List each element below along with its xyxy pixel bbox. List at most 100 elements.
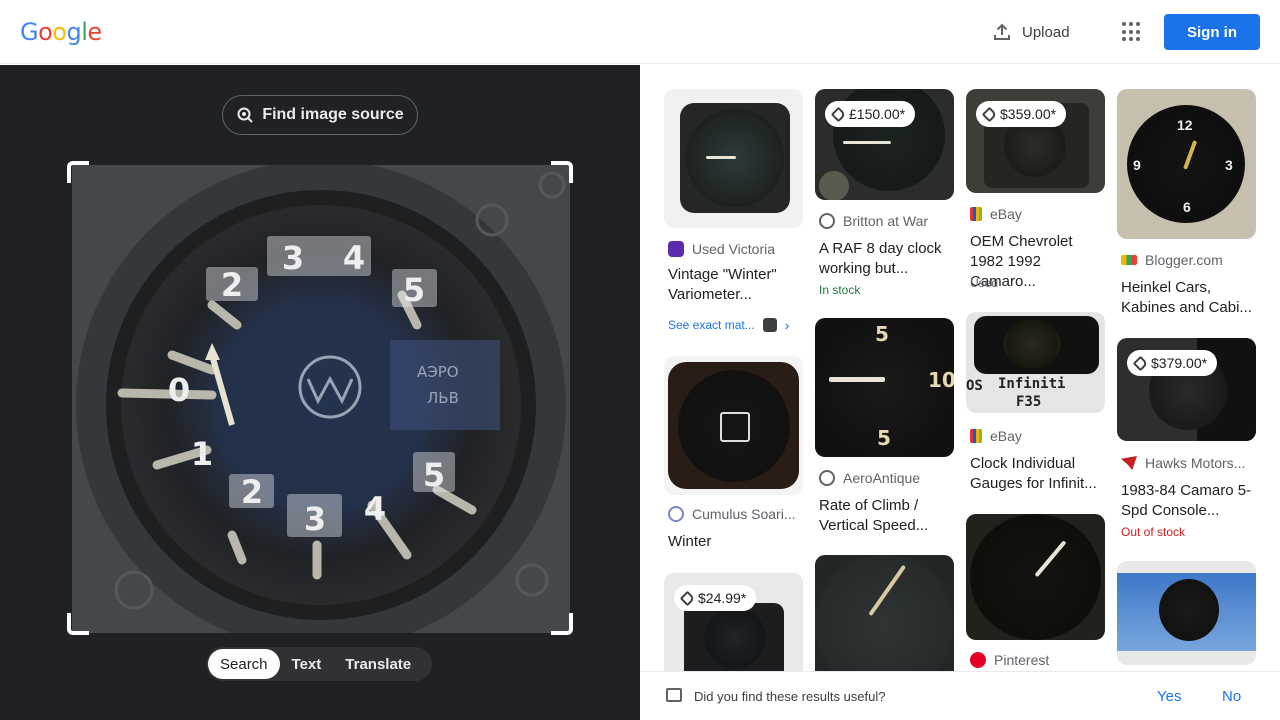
result-source[interactable]: eBay (970, 428, 1022, 444)
dial-text: ЛЬВ (427, 389, 459, 407)
result-title[interactable]: Vintage "Winter" Variometer... (668, 265, 802, 305)
see-exact-matches-link[interactable]: See exact mat... › (668, 317, 789, 333)
price-label: $359.00* (1000, 106, 1057, 122)
result-source[interactable]: Pinterest (970, 652, 1049, 668)
tag-icon (1132, 355, 1149, 371)
upload-icon (994, 23, 1010, 40)
crop-handle-top-left[interactable] (67, 161, 89, 183)
result-thumbnail[interactable]: 5 10 5 (815, 318, 954, 457)
ebay-icon (970, 207, 982, 221)
crop-handle-bottom-left[interactable] (67, 613, 89, 635)
result-card[interactable]: 12 3 9 6 Blogger.com Heinkel Cars, Kabin… (1117, 89, 1256, 339)
result-thumbnail[interactable]: 12 3 9 6 (1117, 89, 1256, 239)
google-logo[interactable]: Google (20, 18, 102, 46)
find-image-source-button[interactable]: Find image source (222, 95, 418, 135)
result-card[interactable] (1117, 561, 1256, 671)
result-card[interactable]: Pinterest (966, 514, 1105, 671)
result-source[interactable]: Blogger.com (1121, 252, 1223, 268)
result-card[interactable]: $359.00* eBay OEM Chevrolet 1982 1992 Ca… (966, 89, 1105, 299)
lens-search-icon (237, 107, 254, 123)
result-title[interactable]: Winter (668, 532, 802, 552)
price-badge: $24.99* (674, 585, 757, 611)
result-source-label: Pinterest (994, 652, 1050, 668)
result-source[interactable]: Used Victoria (668, 241, 775, 257)
logo-letter: G (20, 18, 39, 46)
tag-icon (679, 590, 696, 606)
result-card[interactable]: OS Infiniti F35 eBay Clock Individual Ga… (966, 312, 1105, 502)
globe-icon (819, 470, 835, 486)
chevron-right-icon: › (784, 317, 790, 333)
result-source[interactable]: eBay (970, 206, 1022, 222)
result-thumbnail[interactable]: £150.00* (815, 89, 954, 200)
result-title[interactable]: Rate of Climb / Vertical Speed... (819, 496, 953, 536)
mode-translate-tab[interactable]: Translate (333, 649, 423, 679)
stock-status: Out of stock (1121, 525, 1186, 539)
result-source[interactable]: AeroAntique (819, 470, 920, 486)
result-title[interactable]: A RAF 8 day clock working but... (819, 239, 953, 279)
result-thumbnail[interactable] (815, 555, 954, 671)
logo-letter: o (38, 18, 53, 46)
sign-in-button[interactable]: Sign in (1164, 14, 1260, 50)
tag-icon (830, 106, 847, 122)
dial-number-text: 2 (221, 266, 243, 304)
price-badge: $379.00* (1127, 350, 1218, 376)
exact-match-thumb-icon (762, 318, 777, 332)
result-thumbnail[interactable]: $379.00* (1117, 338, 1256, 441)
thumb-text: 9 (1133, 157, 1141, 173)
mode-text-tab[interactable]: Text (280, 649, 334, 679)
result-card[interactable]: $24.99* (664, 573, 803, 671)
result-thumbnail[interactable] (664, 356, 803, 495)
result-thumbnail[interactable] (1117, 561, 1256, 665)
thumb-text: F35 (1016, 394, 1042, 410)
price-badge: £150.00* (825, 101, 916, 127)
used-victoria-icon (668, 241, 684, 257)
dial-number-text: 4 (364, 490, 386, 528)
dial-number-text: 2 (241, 473, 263, 511)
result-source[interactable]: Hawks Motors... (1121, 455, 1245, 471)
thumb-text: 12 (1177, 117, 1193, 133)
result-title[interactable]: Clock Individual Gauges for Infinit... (970, 454, 1104, 494)
apps-grid-icon[interactable] (1122, 22, 1142, 42)
ebay-icon (970, 429, 982, 443)
result-thumbnail[interactable]: $24.99* (664, 573, 803, 671)
result-thumbnail[interactable] (664, 89, 803, 228)
result-card[interactable]: $379.00* Hawks Motors... 1983-84 Camaro … (1117, 338, 1256, 558)
thumb-text: OS (966, 378, 983, 394)
result-title[interactable]: 1983-84 Camaro 5-Spd Console... (1121, 481, 1255, 521)
stock-status: In stock (819, 283, 861, 297)
result-card[interactable]: Cumulus Soari... Winter (664, 356, 803, 556)
feedback-yes-button[interactable]: Yes (1157, 688, 1181, 705)
result-source-label: AeroAntique (843, 470, 921, 486)
search-mode-selector: Search Text Translate (206, 647, 432, 681)
result-card[interactable] (815, 555, 954, 671)
result-source[interactable]: Cumulus Soari... (668, 506, 795, 522)
crop-handle-top-right[interactable] (551, 161, 573, 183)
dial-number-text: 1 (191, 435, 213, 473)
result-thumbnail[interactable] (966, 514, 1105, 640)
result-title[interactable]: Heinkel Cars, Kabines and Cabi... (1121, 278, 1255, 318)
dial-text: АЭРО (417, 363, 459, 381)
feedback-icon (666, 688, 682, 702)
dial-number-text: 4 (343, 239, 365, 277)
query-image[interactable]: 2 3 4 5 0 1 2 3 4 5 АЭРО ЛЬВ (72, 165, 570, 633)
tag-icon (981, 106, 998, 122)
result-thumbnail[interactable]: OS Infiniti F35 (966, 312, 1105, 413)
visual-matches-panel: Used Victoria Vintage "Winter" Variomete… (640, 65, 1280, 671)
result-card[interactable]: Used Victoria Vintage "Winter" Variomete… (664, 89, 803, 339)
result-source-label: Britton at War (843, 213, 929, 229)
crop-handle-bottom-right[interactable] (551, 613, 573, 635)
mode-search-tab[interactable]: Search (208, 649, 280, 679)
result-card[interactable]: 5 10 5 AeroAntique Rate of Climb / Verti… (815, 318, 954, 538)
dial-number-text: 5 (423, 456, 445, 494)
logo-letter: o (52, 18, 67, 46)
upload-button[interactable]: Upload (992, 20, 1070, 44)
condition-label: Used (970, 276, 999, 290)
result-source[interactable]: Britton at War (819, 213, 928, 229)
query-gauge-image: 2 3 4 5 0 1 2 3 4 5 АЭРО ЛЬВ (72, 165, 570, 633)
price-label: $24.99* (698, 590, 747, 606)
result-card[interactable]: £150.00* Britton at War A RAF 8 day cloc… (815, 89, 954, 299)
thumb-text: 3 (1225, 157, 1233, 173)
dial-number-text: 3 (304, 500, 326, 538)
result-thumbnail[interactable]: $359.00* (966, 89, 1105, 193)
feedback-no-button[interactable]: No (1222, 688, 1241, 705)
